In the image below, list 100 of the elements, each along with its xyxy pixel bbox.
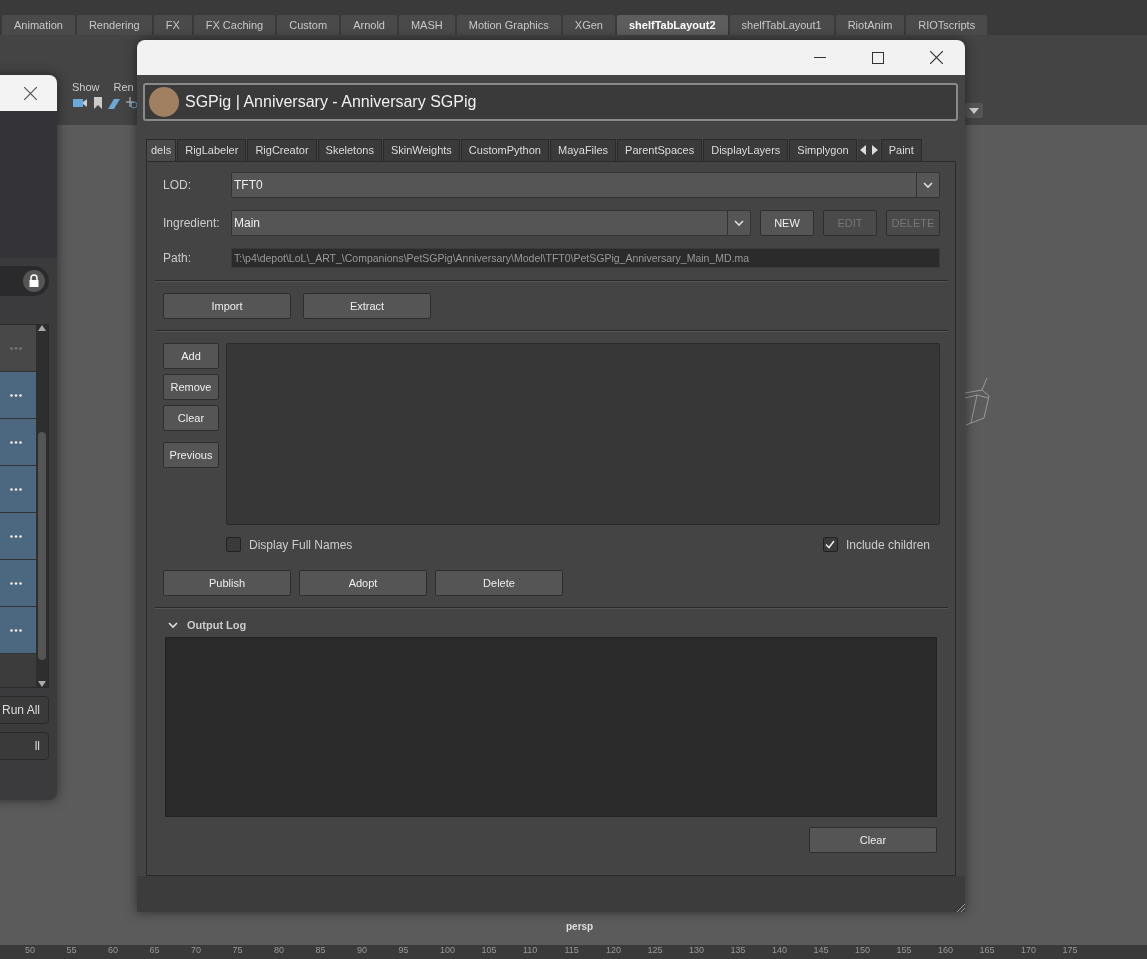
shelf-tab[interactable]: Motion Graphics xyxy=(456,15,561,35)
frame-number: 175 xyxy=(1062,945,1079,957)
shelf-tab[interactable]: Custom xyxy=(277,15,340,35)
action-button[interactable]: Delete xyxy=(435,570,563,596)
path-field[interactable]: T:\p4\depot\LoL\_ART_\Companions\PetSGPig\Anniversary\Model\TFT0\PetSGPig_Anniversary_Main_MD.ma xyxy=(231,248,940,268)
close-icon[interactable] xyxy=(24,86,37,100)
lock-icon[interactable] xyxy=(23,270,45,292)
scroll-up-icon[interactable] xyxy=(38,325,46,331)
bookmark-icon[interactable] xyxy=(94,97,102,109)
shelf-tab[interactable]: MASH xyxy=(398,15,455,35)
caret-icon xyxy=(969,107,979,114)
file-button[interactable]: Extract xyxy=(303,293,431,319)
frame-number: 105 xyxy=(481,945,498,957)
tab[interactable]: Simplygon xyxy=(789,139,857,161)
list-button[interactable]: Add xyxy=(163,343,219,369)
search-field[interactable] xyxy=(0,266,49,296)
checkbox-box[interactable] xyxy=(226,537,241,552)
shelf-tab[interactable]: FX Caching xyxy=(193,15,276,35)
frame-number: 165 xyxy=(979,945,996,957)
frame-number: 65 xyxy=(149,945,161,957)
clear-button[interactable]: Clear xyxy=(809,827,937,853)
shelf-tab[interactable]: shelfTabLayout1 xyxy=(729,15,834,35)
scroll-down-icon[interactable] xyxy=(38,681,46,687)
dropdown-button[interactable] xyxy=(965,103,983,118)
frame-number: 50 xyxy=(25,945,36,957)
shelf-tab[interactable]: shelfTabLayout2 xyxy=(616,15,728,35)
resize-grip-icon[interactable] xyxy=(955,902,965,912)
ingredient-dropdown[interactable]: Main xyxy=(231,210,751,236)
frame-number: 75 xyxy=(232,945,244,957)
frame-number: 80 xyxy=(274,945,285,957)
shelf-tab[interactable]: RiotAnim xyxy=(835,15,905,35)
frame-number: 95 xyxy=(398,945,410,957)
tab[interactable]: RigCreator xyxy=(247,139,317,161)
viewport-menu[interactable]: Ren xyxy=(113,81,134,93)
camera-label: persp xyxy=(566,921,594,932)
frame-number: 110 xyxy=(523,945,539,957)
checkbox-box[interactable] xyxy=(822,537,838,552)
field-label: LOD: xyxy=(163,178,192,192)
shelf-tab[interactable]: Arnold xyxy=(341,15,397,35)
ingredient-button[interactable]: NEW xyxy=(760,210,814,236)
more-icon[interactable] xyxy=(10,393,22,397)
more-icon[interactable] xyxy=(10,487,22,491)
frame-number: 85 xyxy=(315,945,327,957)
frame-number: 115 xyxy=(564,945,580,957)
tab[interactable]: Skeletons xyxy=(317,139,382,161)
list-button[interactable]: Clear xyxy=(163,405,219,431)
frame-number: 70 xyxy=(191,945,202,957)
shelf-tab[interactable]: Animation xyxy=(2,15,75,35)
lod-dropdown[interactable]: TFT0 xyxy=(231,172,940,198)
checkmark-icon xyxy=(825,540,836,549)
move-search-icon[interactable] xyxy=(126,97,138,109)
run-button[interactable]: Run All xyxy=(0,696,49,724)
frame-number: 145 xyxy=(813,945,830,957)
tab[interactable]: CustomPython xyxy=(460,139,549,161)
grid-icon[interactable] xyxy=(108,97,120,109)
window-title: SGPig | Anniversary - Anniversary SGPig xyxy=(185,93,477,111)
tab[interactable]: SkinWeights xyxy=(382,139,460,161)
checkbox[interactable]: Include children xyxy=(822,537,930,552)
action-button[interactable]: Publish xyxy=(163,570,291,596)
frame-number: 120 xyxy=(606,945,623,957)
shelf-tab[interactable]: FX xyxy=(153,15,192,35)
close-icon xyxy=(929,51,943,64)
viewport-menu[interactable]: Show xyxy=(72,81,100,93)
frame-number: 150 xyxy=(855,945,872,957)
tab[interactable]: MayaFiles xyxy=(550,139,617,161)
frame-number: 140 xyxy=(772,945,789,957)
camera-icon[interactable] xyxy=(72,97,88,109)
tab[interactable]: RigLabeler xyxy=(177,139,247,161)
frame-number: 125 xyxy=(647,945,664,957)
shelf-tab[interactable]: XGen xyxy=(562,15,615,35)
chevron-down-icon xyxy=(733,217,745,229)
minimize-icon xyxy=(814,57,826,58)
more-icon[interactable] xyxy=(10,628,22,632)
frame-number: 160 xyxy=(938,945,955,957)
more-icon[interactable] xyxy=(10,534,22,538)
shelf-tab[interactable]: RIOTscripts xyxy=(906,15,988,35)
frame-number: 135 xyxy=(730,945,747,957)
list-button[interactable]: Remove xyxy=(163,374,219,400)
frame-number: 55 xyxy=(66,945,78,957)
tab[interactable]: ParentSpaces xyxy=(617,139,703,161)
tab[interactable]: Paint xyxy=(880,139,922,161)
more-icon[interactable] xyxy=(10,581,22,585)
run-button[interactable]: ll xyxy=(0,732,49,760)
avatar-icon xyxy=(149,87,179,117)
tab[interactable]: dels xyxy=(146,139,177,161)
checkbox[interactable]: Display Full Names xyxy=(226,537,353,552)
frame-number: 155 xyxy=(896,945,913,957)
frame-number: 60 xyxy=(108,945,119,957)
action-button[interactable]: Adopt xyxy=(299,570,427,596)
scrollbar[interactable] xyxy=(36,325,48,687)
shelf-tab[interactable]: Rendering xyxy=(76,15,152,35)
tab[interactable]: DisplayLayers xyxy=(703,139,789,161)
chevron-down-icon xyxy=(922,179,934,191)
field-label: Ingredient: xyxy=(163,216,221,230)
output-log-header[interactable]: Output Log xyxy=(167,619,940,631)
more-icon[interactable] xyxy=(10,440,22,444)
scroll-arrows-icon[interactable] xyxy=(859,145,878,155)
frame-number: 90 xyxy=(357,945,368,957)
file-button[interactable]: Import xyxy=(163,293,291,319)
list-button[interactable]: Previous xyxy=(163,442,219,468)
